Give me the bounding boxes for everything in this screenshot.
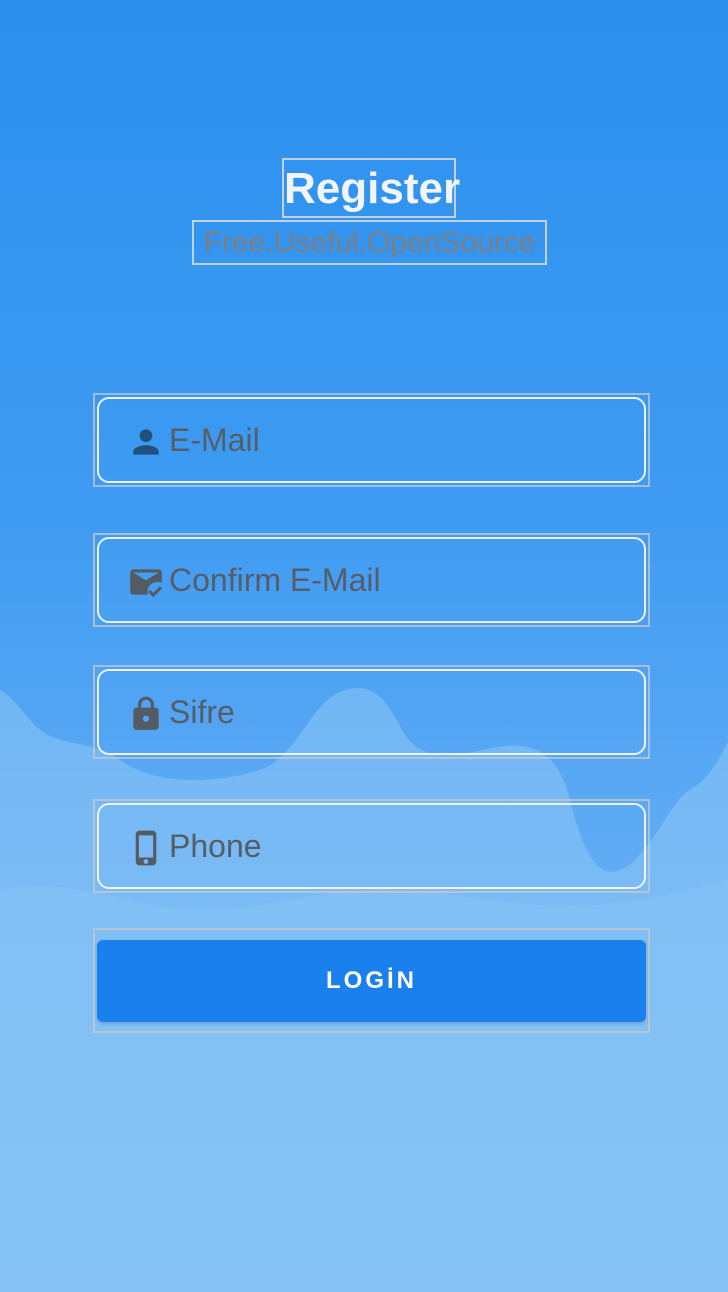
- phone-placeholder: Phone: [169, 828, 262, 864]
- confirm-email-field-frame: Confirm E-Mail: [93, 533, 650, 627]
- password-placeholder: Sifre: [169, 694, 235, 730]
- email-placeholder: E-Mail: [169, 422, 260, 458]
- page-subtitle: Free.Useful.OpenSource: [192, 220, 547, 265]
- page-title: Register: [282, 158, 460, 218]
- mail-check-icon: [127, 563, 165, 601]
- login-button-frame: LOGİN: [93, 928, 650, 1033]
- confirm-email-field[interactable]: Confirm E-Mail: [97, 537, 646, 623]
- person-icon: [127, 423, 165, 461]
- password-field[interactable]: Sifre: [97, 669, 646, 755]
- lock-icon: [127, 695, 165, 733]
- phone-icon: [127, 829, 165, 867]
- email-field[interactable]: E-Mail: [97, 397, 646, 483]
- password-field-frame: Sifre: [93, 665, 650, 759]
- confirm-email-placeholder: Confirm E-Mail: [169, 562, 381, 598]
- phone-field[interactable]: Phone: [97, 803, 646, 889]
- email-field-frame: E-Mail: [93, 393, 650, 487]
- login-button[interactable]: LOGİN: [97, 940, 646, 1022]
- phone-field-frame: Phone: [93, 799, 650, 893]
